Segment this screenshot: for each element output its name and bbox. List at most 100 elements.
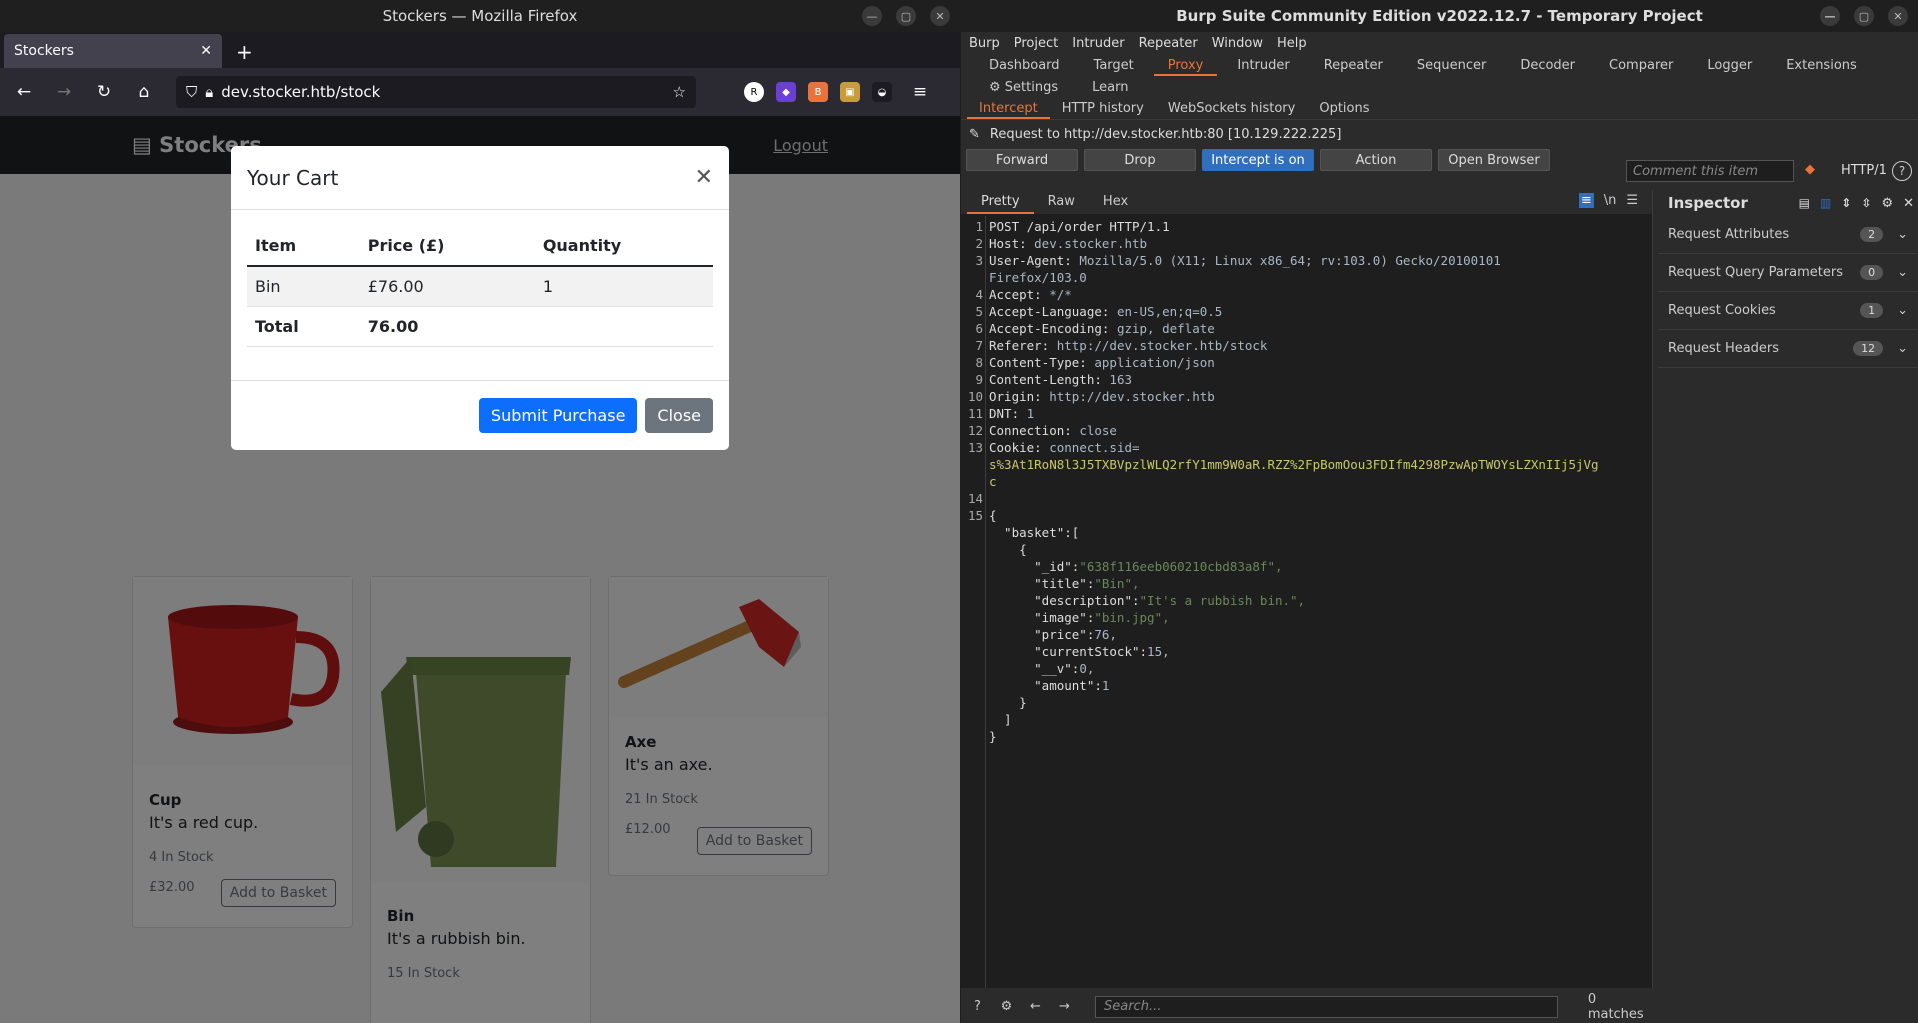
search-input[interactable]: Search... <box>1095 995 1558 1018</box>
drop-button[interactable]: Drop <box>1084 149 1196 171</box>
tab-logger[interactable]: Logger <box>1693 54 1766 76</box>
wrap-icon[interactable]: ≡ <box>1578 193 1594 208</box>
tab-close-icon[interactable]: ✕ <box>200 43 212 59</box>
tab-dashboard[interactable]: Dashboard <box>975 54 1074 76</box>
highlight-icon[interactable]: ◆ <box>1805 162 1815 177</box>
menu-intruder[interactable]: Intruder <box>1072 36 1124 51</box>
subtab-intercept[interactable]: Intercept <box>967 98 1050 119</box>
intercept-toggle-button[interactable]: Intercept is on <box>1202 149 1314 171</box>
tab-sequencer[interactable]: Sequencer <box>1403 54 1500 76</box>
tab-comparer[interactable]: Comparer <box>1595 54 1687 76</box>
modal-close-icon[interactable]: ✕ <box>695 165 713 190</box>
close-button[interactable]: Close <box>645 398 713 433</box>
lock-icon[interactable]: 🔒︎ <box>205 83 213 101</box>
minimize-icon[interactable]: — <box>862 6 882 26</box>
arrow-left-icon[interactable]: ← <box>1025 996 1046 1018</box>
menu-window[interactable]: Window <box>1212 36 1263 51</box>
open-browser-button[interactable]: Open Browser <box>1438 149 1550 171</box>
url-bar[interactable]: ⛉ 🔒︎ dev.stocker.htb/stock ☆ <box>176 76 696 108</box>
forward-icon[interactable]: → <box>48 76 80 108</box>
tab-repeater[interactable]: Repeater <box>1310 54 1397 76</box>
tab-decoder[interactable]: Decoder <box>1506 54 1589 76</box>
firefox-window: Stockers — Mozilla Firefox — ▢ ✕ Stocker… <box>0 0 960 1023</box>
tab-proxy[interactable]: Proxy <box>1153 54 1218 76</box>
incognito-icon[interactable]: ◒ <box>872 82 892 102</box>
inspector-row[interactable]: Request Cookies 1 ⌄ <box>1658 292 1918 330</box>
expand-icon[interactable]: ⇕ <box>1841 196 1851 210</box>
browser-tab[interactable]: Stockers ✕ <box>4 34 222 68</box>
chevron-down-icon[interactable]: ⌄ <box>1897 265 1908 280</box>
close-icon[interactable]: ✕ <box>1888 6 1908 26</box>
inspector-row[interactable]: Request Query Parameters 0 ⌄ <box>1658 254 1918 292</box>
code-line: "amount":1 <box>989 678 1110 693</box>
tab-learn[interactable]: Learn <box>1078 76 1142 98</box>
line-numbers: 123 4 5 6 7 8 9 10 11 12 13 14 15 <box>961 216 983 745</box>
shield-icon[interactable]: ⛉ <box>186 83 197 101</box>
code-line: { <box>989 542 1027 557</box>
layout-icon[interactable]: ▤ <box>1799 196 1810 210</box>
action-button[interactable]: Action <box>1320 149 1432 171</box>
tab-pretty[interactable]: Pretty <box>967 190 1034 214</box>
subtab-options[interactable]: Options <box>1307 98 1381 119</box>
arrow-right-icon[interactable]: → <box>1054 996 1075 1018</box>
web-page: ▤ Stockers Logout Cup It's a red cup. 4 … <box>0 116 960 1023</box>
menu-help[interactable]: Help <box>1277 36 1307 51</box>
tab-raw[interactable]: Raw <box>1034 190 1089 214</box>
count-badge: 2 <box>1860 227 1884 242</box>
maximize-icon[interactable]: ▢ <box>896 6 916 26</box>
url-text[interactable]: dev.stocker.htb/stock <box>221 83 664 101</box>
newline-icon[interactable]: \n <box>1604 193 1617 208</box>
inspector-row[interactable]: Request Headers 12 ⌄ <box>1658 330 1918 368</box>
help-icon[interactable]: ? <box>1892 161 1912 181</box>
request-source[interactable]: POST /api/order HTTP/1.1 Host: dev.stocke… <box>989 216 1648 745</box>
reload-icon[interactable]: ↻ <box>88 76 120 108</box>
menu-repeater[interactable]: Repeater <box>1139 36 1198 51</box>
request-editor[interactable]: Pretty Raw Hex ≡ \n ☰ 123 4 5 6 7 8 9 10 11 12 13… <box>961 190 1653 988</box>
menu-icon[interactable]: ≡ <box>904 76 936 108</box>
subtab-http-history[interactable]: HTTP history <box>1050 98 1156 119</box>
code-line: "image":"bin.jpg", <box>989 610 1170 625</box>
home-icon[interactable]: ⌂ <box>128 76 160 108</box>
maximize-icon[interactable]: ▢ <box>1854 6 1874 26</box>
chevron-down-icon[interactable]: ⌄ <box>1897 227 1908 242</box>
inspector-row[interactable]: Request Attributes 2 ⌄ <box>1658 216 1918 254</box>
extension-icon[interactable]: ◆ <box>776 82 796 102</box>
chevron-down-icon[interactable]: ⌄ <box>1897 341 1908 356</box>
menu-burp[interactable]: Burp <box>969 36 1000 51</box>
layout-icon[interactable]: ▥ <box>1820 196 1831 210</box>
chevron-down-icon[interactable]: ⌄ <box>1897 303 1908 318</box>
help-icon[interactable]: ? <box>967 996 988 1018</box>
menu-project[interactable]: Project <box>1014 36 1058 51</box>
subtab-websockets-history[interactable]: WebSockets history <box>1156 98 1307 119</box>
tab-intruder[interactable]: Intruder <box>1223 54 1303 76</box>
tab-settings[interactable]: ⚙ Settings <box>975 76 1072 98</box>
menu-icon[interactable]: ☰ <box>1626 193 1638 208</box>
bookmark-star-icon[interactable]: ☆ <box>673 83 686 101</box>
back-icon[interactable]: ← <box>8 76 40 108</box>
tab-extensions[interactable]: Extensions <box>1772 54 1871 76</box>
forward-button[interactable]: Forward <box>966 149 1078 171</box>
submit-purchase-button[interactable]: Submit Purchase <box>478 398 638 433</box>
http-version[interactable]: HTTP/1 <box>1841 163 1887 178</box>
extension-icon[interactable]: R <box>744 82 764 102</box>
gear-icon[interactable]: ⚙ <box>996 996 1017 1018</box>
cart-price: £76.00 <box>359 266 535 307</box>
close-icon[interactable]: ✕ <box>1903 196 1914 211</box>
extension-icon[interactable]: ▣ <box>840 82 860 102</box>
line-number <box>961 711 983 728</box>
collapse-icon[interactable]: ⇳ <box>1861 196 1871 210</box>
close-icon[interactable]: ✕ <box>930 6 950 26</box>
line-number: 13 <box>967 440 983 455</box>
minimize-icon[interactable]: — <box>1820 6 1840 26</box>
burp-extension-icon[interactable]: B <box>808 82 828 102</box>
code-line: "basket":[ <box>989 525 1080 540</box>
tab-target[interactable]: Target <box>1080 54 1148 76</box>
comment-input[interactable]: Comment this item <box>1626 160 1794 182</box>
tab-hex[interactable]: Hex <box>1089 190 1142 214</box>
code-line: Host: dev.stocker.htb <box>989 236 1148 251</box>
total-value: 76.00 <box>359 306 535 347</box>
gear-icon[interactable]: ⚙ <box>1881 196 1893 211</box>
new-tab-icon[interactable]: + <box>236 40 253 64</box>
inspector-header: Inspector ▤ ▥ ⇕ ⇳ ⚙ ✕ <box>1658 190 1918 216</box>
navigation-bar: ← → ↻ ⌂ ⛉ 🔒︎ dev.stocker.htb/stock ☆ R ◆… <box>0 68 960 116</box>
